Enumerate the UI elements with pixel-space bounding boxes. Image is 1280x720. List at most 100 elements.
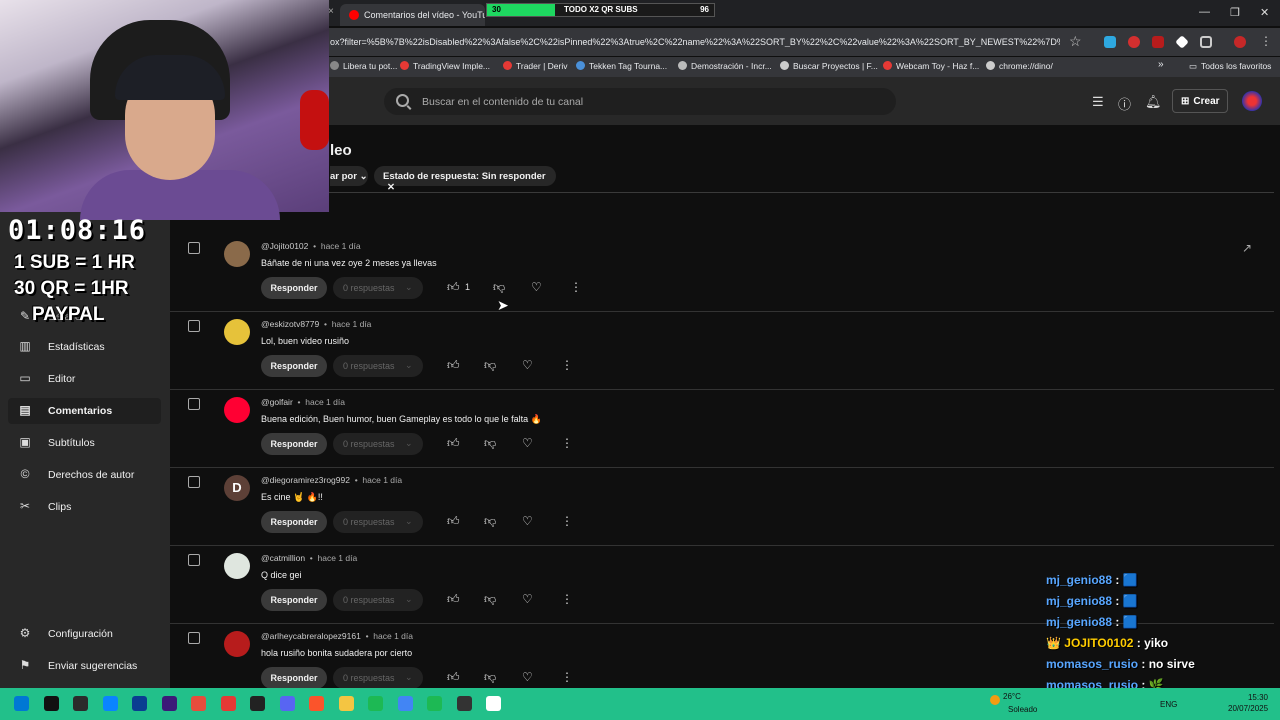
account-avatar[interactable] (1242, 91, 1262, 111)
comment-checkbox[interactable] (188, 398, 200, 410)
replies-dropdown[interactable]: 0 respuestas ⌄ (333, 433, 423, 455)
reply-button[interactable]: Responder (261, 355, 327, 377)
dislike-icon[interactable]: 👎︎ (484, 358, 496, 373)
dislike-icon[interactable]: 👎︎ (493, 280, 505, 295)
comment-checkbox[interactable] (188, 320, 200, 332)
taskbar-app-icon[interactable] (368, 696, 383, 711)
taskbar-app-icon[interactable] (14, 696, 29, 711)
reply-status-filter-chip[interactable]: Estado de respuesta: Sin responder ✕ (374, 166, 556, 193)
subtitles-feedback-icon[interactable]: ☰ (1092, 94, 1104, 110)
comment-author[interactable]: @eskizotv8779 (261, 319, 319, 329)
avatar[interactable] (224, 397, 250, 423)
maximize-icon[interactable]: ❐ (1230, 6, 1240, 19)
like-icon[interactable]: 👍︎ (447, 514, 460, 529)
comment-author[interactable]: @diegoramirez3rog992 (261, 475, 350, 485)
comment-author[interactable]: @arlheycabreralopez9161 (261, 631, 361, 641)
taskbar-app-icon[interactable] (220, 696, 236, 711)
taskbar-app-icon[interactable] (427, 696, 442, 711)
sidebar-item-clips[interactable]: ✂ Clips (8, 494, 161, 520)
bookmark-item[interactable]: Demostración - Incr... (678, 61, 772, 71)
extension-icon[interactable] (1152, 36, 1164, 48)
reply-button[interactable]: Responder (261, 589, 327, 611)
taskbar-app-icon[interactable] (73, 696, 88, 711)
sidebar-item-settings[interactable]: ⚙ Configuración (8, 621, 161, 647)
more-options-icon[interactable]: ⋮ (570, 280, 582, 294)
more-options-icon[interactable]: ⋮ (561, 358, 573, 372)
comment-author[interactable]: @catmillion (261, 553, 305, 563)
reply-button[interactable]: Responder (261, 433, 327, 455)
help-icon[interactable]: ⓘ (1118, 94, 1131, 113)
replies-dropdown[interactable]: 0 respuestas ⌄ (333, 355, 423, 377)
bookmarks-more-icon[interactable]: » (1158, 59, 1164, 70)
heart-icon[interactable]: ♡ (522, 436, 533, 450)
more-options-icon[interactable]: ⋮ (561, 592, 573, 606)
language-indicator[interactable]: ENG (1160, 700, 1177, 709)
comment-checkbox[interactable] (188, 554, 200, 566)
heart-icon[interactable]: ♡ (522, 592, 533, 606)
bookmark-item[interactable]: Tekken Tag Tourna... (576, 61, 667, 71)
reply-button[interactable]: Responder (261, 511, 327, 533)
replies-dropdown[interactable]: 0 respuestas ⌄ (333, 511, 423, 533)
reply-button[interactable]: Responder (261, 667, 327, 689)
sidebar-item-feedback[interactable]: ⚑ Enviar sugerencias (8, 653, 161, 679)
extension-icon[interactable] (1128, 36, 1140, 48)
browser-tab[interactable]: Comentarios del vídeo - YouTube (340, 4, 485, 26)
sidebar-item-comments[interactable]: ▤ Comentarios (8, 398, 161, 424)
avatar[interactable] (224, 241, 250, 267)
create-button[interactable]: ⊞ Crear (1172, 89, 1228, 113)
replies-dropdown[interactable]: 0 respuestas ⌄ (333, 277, 423, 299)
taskbar-app-icon[interactable] (456, 696, 472, 711)
menu-kebab-icon[interactable]: ⋮ (1260, 34, 1272, 48)
taskbar-app-icon[interactable] (43, 696, 59, 711)
taskbar-app-icon[interactable] (102, 696, 118, 711)
sidebar-item-subtitles[interactable]: ▣ Subtítulos (8, 430, 161, 456)
sidebar-item-editor[interactable]: ▭ Editor (8, 366, 161, 392)
avatar[interactable] (224, 319, 250, 345)
all-favorites-folder[interactable]: ▭ Todos los favoritos (1189, 61, 1271, 72)
bookmark-star-icon[interactable]: ☆ (1069, 33, 1082, 50)
heart-icon[interactable]: ♡ (522, 670, 533, 684)
reply-button[interactable]: Responder (261, 277, 327, 299)
like-icon[interactable]: 👍︎ (447, 592, 460, 607)
taskbar-app-icon[interactable] (279, 696, 295, 711)
comment-author[interactable]: @golfair (261, 397, 293, 407)
comment-checkbox[interactable] (188, 632, 200, 644)
like-icon[interactable]: 👍︎ (447, 280, 460, 295)
like-icon[interactable]: 👍︎ (447, 436, 460, 451)
like-icon[interactable]: 👍︎ (447, 358, 460, 373)
bookmark-item[interactable]: chrome://dino/ (986, 61, 1053, 71)
like-icon[interactable]: 👍︎ (447, 670, 460, 685)
bookmark-item[interactable]: Buscar Proyectos | F... (780, 61, 878, 71)
taskbar-app-icon[interactable] (250, 696, 265, 711)
sidebar-item-copyright[interactable]: © Derechos de autor (8, 462, 161, 488)
profile-icon[interactable] (1234, 36, 1246, 48)
dislike-icon[interactable]: 👎︎ (484, 670, 496, 685)
heart-icon[interactable]: ♡ (522, 514, 533, 528)
bookmark-item[interactable]: TradingView Imple... (400, 61, 490, 71)
sort-filter-chip[interactable]: ar por ⌄ (330, 166, 368, 186)
taskbar-app-icon[interactable] (338, 696, 354, 711)
more-options-icon[interactable]: ⋮ (561, 670, 573, 684)
taskbar-app-icon[interactable] (132, 696, 147, 711)
more-options-icon[interactable]: ⋮ (561, 514, 573, 528)
taskbar-app-icon[interactable] (397, 696, 413, 711)
taskbar-app-icon[interactable] (486, 696, 501, 711)
heart-icon[interactable]: ♡ (531, 280, 542, 294)
open-external-icon[interactable]: ↗ (1242, 241, 1252, 255)
sidebar-item-analytics[interactable]: ▥ Estadísticas (8, 334, 161, 360)
url-field[interactable]: ox?filter=%5B%7B%22isDisabled%22%3Afalse… (330, 37, 1060, 47)
bookmark-item[interactable]: Webcam Toy - Haz f... (883, 61, 979, 71)
taskbar-clock[interactable]: 15:30 20/07/2025 (1228, 692, 1268, 714)
avatar[interactable] (224, 631, 250, 657)
dislike-icon[interactable]: 👎︎ (484, 514, 496, 529)
comment-author[interactable]: @Jojito0102 (261, 241, 308, 251)
taskbar-app-icon[interactable] (161, 696, 177, 711)
comment-checkbox[interactable] (188, 476, 200, 488)
minimize-icon[interactable]: — (1199, 6, 1210, 18)
avatar[interactable] (224, 553, 250, 579)
notifications-icon[interactable]: 🔔︎ (1145, 94, 1162, 110)
dislike-icon[interactable]: 👎︎ (484, 436, 496, 451)
replies-dropdown[interactable]: 0 respuestas ⌄ (333, 589, 423, 611)
comment-checkbox[interactable] (188, 242, 200, 254)
bookmark-item[interactable]: Trader | Deriv (503, 61, 568, 71)
